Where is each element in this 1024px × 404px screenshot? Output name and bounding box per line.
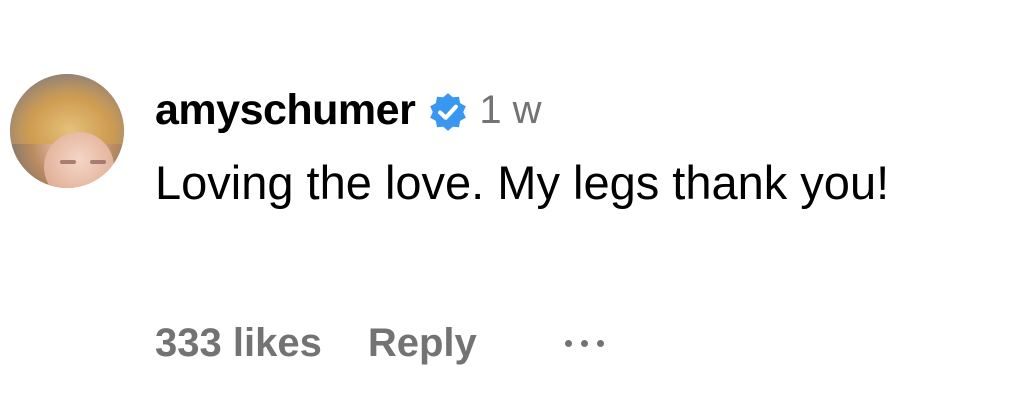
reply-button[interactable]: Reply [368,321,477,366]
avatar-eye-left [60,160,76,164]
likes-count-button[interactable]: 333 likes [155,321,322,366]
verified-badge-icon [427,91,469,133]
more-dot [596,339,604,347]
more-dot [580,339,588,347]
comment-actions: 333 likes Reply [155,318,604,368]
username-link[interactable]: amyschumer [155,86,416,135]
more-options-icon[interactable] [564,323,604,363]
comment: amyschumer 1 w Loving the love. My legs … [0,0,1024,404]
avatar-eye-right [90,160,106,164]
avatar[interactable] [10,74,124,188]
comment-header: amyschumer 1 w [155,80,542,140]
comment-timestamp[interactable]: 1 w [479,88,541,133]
comment-text: Loving the love. My legs thank you! [155,156,890,209]
more-dot [564,339,572,347]
